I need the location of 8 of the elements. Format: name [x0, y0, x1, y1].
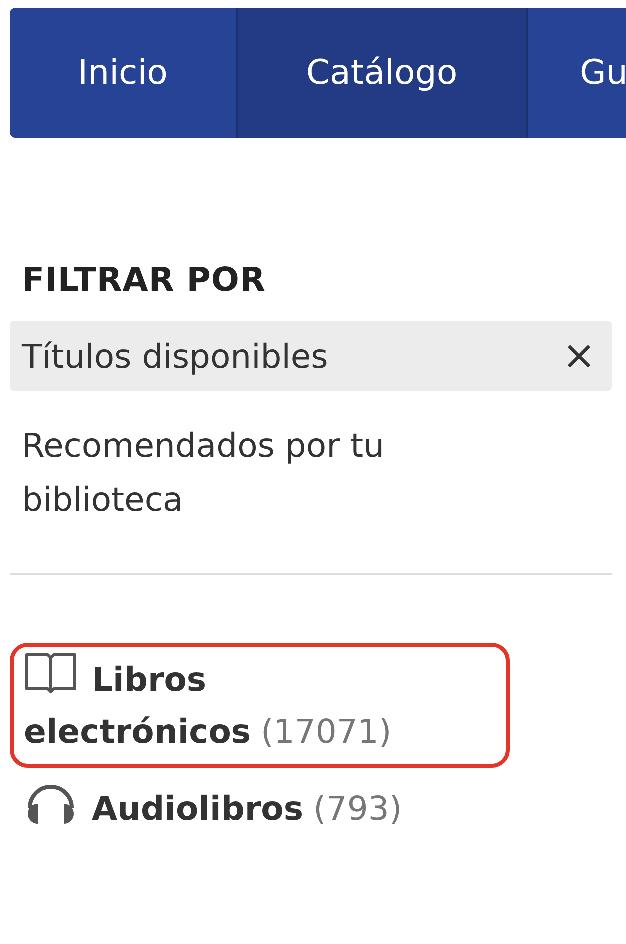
filter-heading: FILTRAR POR [21, 260, 267, 299]
nav-tab[interactable]: Catálogo [236, 8, 528, 138]
close-button[interactable]: × [558, 333, 600, 379]
filter-label: Títulos disponibles [22, 336, 328, 376]
format-link[interactable]: Audiolibros (793) [10, 770, 510, 845]
filter-option[interactable]: Recomendados por tu biblioteca [22, 419, 496, 527]
book-icon [24, 651, 78, 695]
format-link[interactable]: Libros electrónicos (17071) [10, 643, 510, 768]
